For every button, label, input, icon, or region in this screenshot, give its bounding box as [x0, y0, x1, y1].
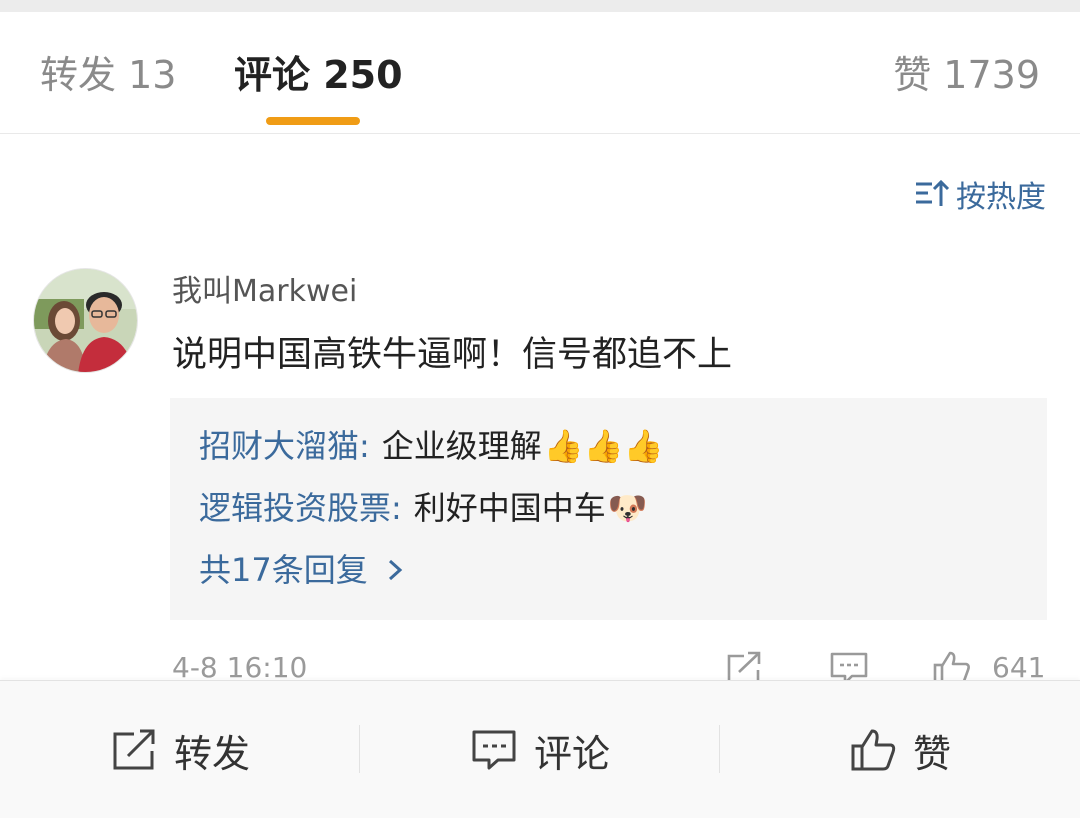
status-strip	[0, 0, 1080, 12]
sort-label: 按热度	[956, 180, 1046, 215]
chevron-right-icon	[388, 559, 402, 581]
comment-button[interactable]: 评论	[360, 681, 720, 818]
reply-colon: :	[391, 489, 402, 527]
active-tab-indicator	[266, 117, 360, 125]
like-label: 赞	[912, 731, 951, 776]
doge-emoji-icon: 🐶	[607, 489, 648, 527]
tab-bar: 转发 13 评论 250 赞 1739	[0, 12, 1080, 134]
comment-icon	[472, 730, 516, 770]
comment-text: 说明中国高铁牛逼啊！信号都追不上	[172, 335, 733, 375]
like-button[interactable]: 赞	[720, 681, 1080, 818]
avatar-photo	[34, 269, 137, 372]
comment-label: 评论	[533, 731, 610, 776]
share-icon	[113, 729, 155, 770]
reply-preview-box[interactable]: 招财大溜猫: 企业级理解 👍👍👍 逻辑投资股票: 利好中国中车 🐶 共17条回复	[170, 398, 1047, 620]
reply-item[interactable]: 招财大溜猫: 企业级理解 👍👍👍	[199, 424, 663, 468]
tab-comment[interactable]: 评论 250	[234, 52, 403, 98]
repost-button[interactable]: 转发	[0, 681, 360, 818]
reply-item[interactable]: 逻辑投资股票: 利好中国中车 🐶	[199, 486, 648, 530]
repost-label: 转发	[173, 731, 250, 776]
sort-icon	[916, 179, 950, 206]
reply-author[interactable]: 逻辑投资股票	[199, 486, 391, 530]
sort-by-hot-button[interactable]: 按热度	[914, 172, 1046, 216]
thumbs-up-emoji-icon: 👍👍👍	[543, 427, 664, 465]
tab-like[interactable]: 赞 1739	[893, 52, 1040, 98]
more-replies-label: 共17条回复	[199, 551, 368, 589]
bottom-action-bar: 转发 评论 赞	[0, 680, 1080, 818]
reply-text: 利好中国中车	[413, 489, 606, 527]
view-all-replies-link[interactable]: 共17条回复	[199, 548, 406, 592]
reply-text: 企业级理解	[381, 427, 542, 465]
avatar[interactable]	[33, 268, 138, 373]
tab-repost[interactable]: 转发 13	[40, 52, 176, 98]
like-icon	[851, 729, 896, 771]
comment-username[interactable]: 我叫Markwei	[172, 272, 357, 312]
reply-author[interactable]: 招财大溜猫	[199, 424, 359, 468]
reply-colon: :	[359, 427, 370, 465]
